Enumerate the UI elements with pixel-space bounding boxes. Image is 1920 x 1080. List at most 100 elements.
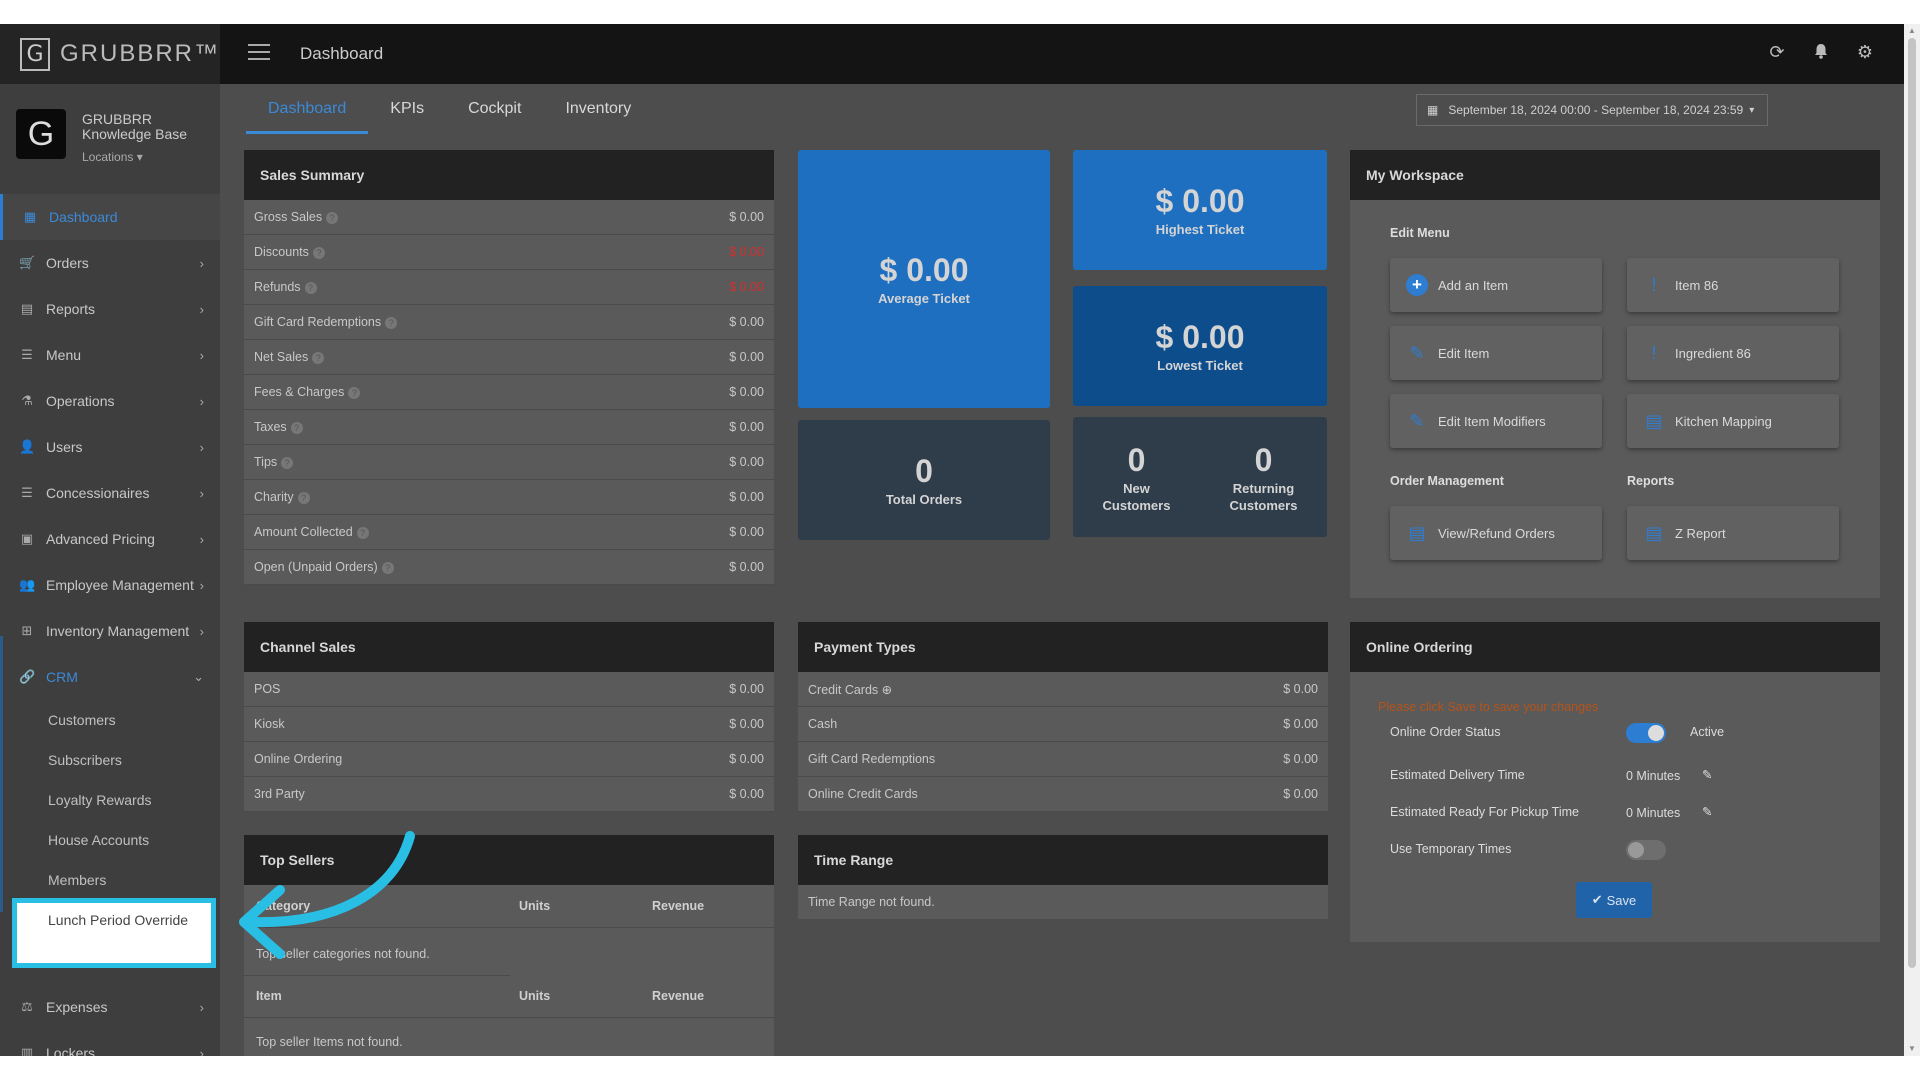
sidebar-subitem-members[interactable]: Members [48,872,106,888]
pencil-icon: ✎ [1409,342,1425,363]
sidebar-item-inventory-management[interactable]: ⊞ Inventory Management › [0,608,220,654]
ingredient-86-button[interactable]: ! Ingredient 86 [1627,326,1839,380]
help-icon[interactable]: ? [385,317,398,329]
tab-cockpit[interactable]: Cockpit [446,84,543,134]
sidebar-item-crm[interactable]: 🔗 CRM ⌄ [0,654,220,700]
kitchen-mapping-button[interactable]: ▤ Kitchen Mapping [1627,394,1839,448]
panel-title: My Workspace [1350,150,1880,200]
tab-kpis[interactable]: KPIs [368,84,446,134]
help-icon[interactable]: ? [312,247,325,259]
help-icon[interactable]: ? [381,562,394,574]
summary-row: Gift Card Redemptions $ 0.00 [798,742,1328,777]
help-icon[interactable]: ? [297,492,310,504]
summary-row: Cash $ 0.00 [798,707,1328,742]
help-icon[interactable]: ? [348,387,361,399]
sidebar-item-expenses[interactable]: ⚖ Expenses › [0,984,220,1030]
row-label: 3rd Party [254,787,305,801]
sidebar-item-orders[interactable]: 🛒 Orders › [0,240,220,286]
caret-down-icon: ▾ [136,150,143,164]
row-value: $ 0.00 [729,455,764,469]
row-value: $ 0.00 [729,350,764,364]
sidebar-item-label: Lockers [46,1045,96,1056]
pencil-icon[interactable]: ✎ [1702,767,1712,782]
chevron-right-icon: › [199,999,204,1015]
sidebar-item-employee-management[interactable]: 👥 Employee Management › [0,562,220,608]
sidebar-item-dashboard[interactable]: ▦ Dashboard [0,194,220,240]
locations-dropdown[interactable]: Locations ▾ [82,150,143,164]
customers-tile: 0 New Customers 0 Returning Customers [1073,417,1327,537]
sidebar-item-operations[interactable]: ⚗ Operations › [0,378,220,424]
tile-label: Average Ticket [878,291,970,306]
tile-label: New [1123,480,1150,496]
row-label-group: Credit Cards ⊕ [808,682,892,697]
z-report-button[interactable]: ▤ Z Report [1627,506,1839,560]
gear-icon[interactable]: ⚙ [1854,42,1876,64]
summary-row: Online Credit Cards $ 0.00 [798,777,1328,812]
sidebar-item-lockers[interactable]: ▥ Lockers › [0,1030,220,1056]
sidebar-item-concessionaires[interactable]: ☰ Concessionaires › [0,470,220,516]
sidebar-subitem-subscribers[interactable]: Subscribers [48,752,122,768]
sidebar-subitem-lunch-period-override[interactable]: Lunch Period Override [48,910,198,930]
org-name-line1: GRUBBRR [82,111,153,127]
add-item-button[interactable]: + Add an Item [1390,258,1602,312]
row-label: Credit Cards [808,682,879,697]
help-icon[interactable]: ? [290,422,303,434]
scroll-up-icon[interactable]: ▲ [1908,26,1916,35]
scroll-down-icon[interactable]: ▼ [1908,1044,1916,1053]
tab-dashboard[interactable]: Dashboard [246,84,369,134]
date-range-picker[interactable]: ▦ September 18, 2024 00:00 - September 1… [1416,94,1768,126]
brand-logo[interactable]: G GRUBBRR™ [0,24,220,84]
refresh-icon[interactable]: ⟳ [1766,42,1788,64]
tab-inventory[interactable]: Inventory [543,84,653,134]
exclamation-icon: ! [1651,342,1657,363]
row-label: Kiosk [254,717,285,731]
button-label: View/Refund Orders [1438,525,1555,541]
sidebar-item-users[interactable]: 👤 Users › [0,424,220,470]
help-icon[interactable]: ? [356,527,369,539]
scrollbar[interactable]: ▲ ▼ [1904,24,1920,1056]
sales-summary-panel: Sales Summary Gross Sales? $ 0.00 Discount… [244,150,774,585]
no-items-message: Top seller Items not found. [256,1035,403,1049]
sidebar-item-label: Dashboard [49,209,118,225]
row-label-group: Cash [808,717,837,731]
row-label: Online Ordering [254,752,343,766]
caret-down-icon: ▾ [1749,104,1755,116]
bell-icon[interactable] [1810,42,1832,64]
column-header-units: Units [519,989,551,1003]
pencil-icon[interactable]: ✎ [1702,804,1712,819]
summary-row: Amount Collected? $ 0.00 [244,515,774,550]
arrow-annotation [239,831,415,959]
help-icon[interactable]: ? [304,282,317,294]
edit-item-button[interactable]: ✎ Edit Item [1390,326,1602,380]
online-order-status-label: Online Order Status [1390,725,1501,739]
sidebar-subitem-house-accounts[interactable]: House Accounts [48,832,149,848]
profile-block: G GRUBBRR Knowledge Base Locations ▾ [0,84,220,192]
panel-title: Time Range [798,835,1328,885]
online-order-status-toggle[interactable] [1626,723,1666,743]
use-temporary-times-toggle[interactable] [1626,840,1666,860]
avatar[interactable]: G [16,109,66,159]
row-label: Charity [254,490,294,504]
help-icon[interactable]: ? [326,212,339,224]
view-refund-orders-button[interactable]: ▤ View/Refund Orders [1390,506,1602,560]
sidebar-subitem-loyalty-rewards[interactable]: Loyalty Rewards [48,792,152,808]
chevron-right-icon: › [199,301,204,317]
panel-title: Channel Sales [244,622,774,672]
hamburger-menu-icon[interactable] [248,44,270,62]
sidebar-item-reports[interactable]: ▤ Reports › [0,286,220,332]
expand-plus-icon[interactable]: ⊕ [878,683,892,697]
save-button[interactable]: ✔ Save [1576,882,1652,918]
help-icon[interactable]: ? [312,352,325,364]
sidebar-item-menu[interactable]: ☰ Menu › [0,332,220,378]
flask-icon: ⚗ [21,393,33,408]
panel-title: Payment Types [798,622,1328,672]
sidebar-subitem-customers[interactable]: Customers [48,712,116,728]
button-label: Save [1606,892,1637,908]
edit-item-modifiers-button[interactable]: ✎ Edit Item Modifiers [1390,394,1602,448]
help-icon[interactable]: ? [281,457,294,469]
item-86-button[interactable]: ! Item 86 [1627,258,1839,312]
row-label-group: Discounts? [254,245,325,259]
sidebar-item-advanced-pricing[interactable]: ▣ Advanced Pricing › [0,516,220,562]
app-window: G GRUBBRR™ Dashboard ⟳ ⚙ G GRUBBRR Knowl… [0,24,1920,1056]
scrollbar-thumb[interactable] [1908,38,1916,968]
